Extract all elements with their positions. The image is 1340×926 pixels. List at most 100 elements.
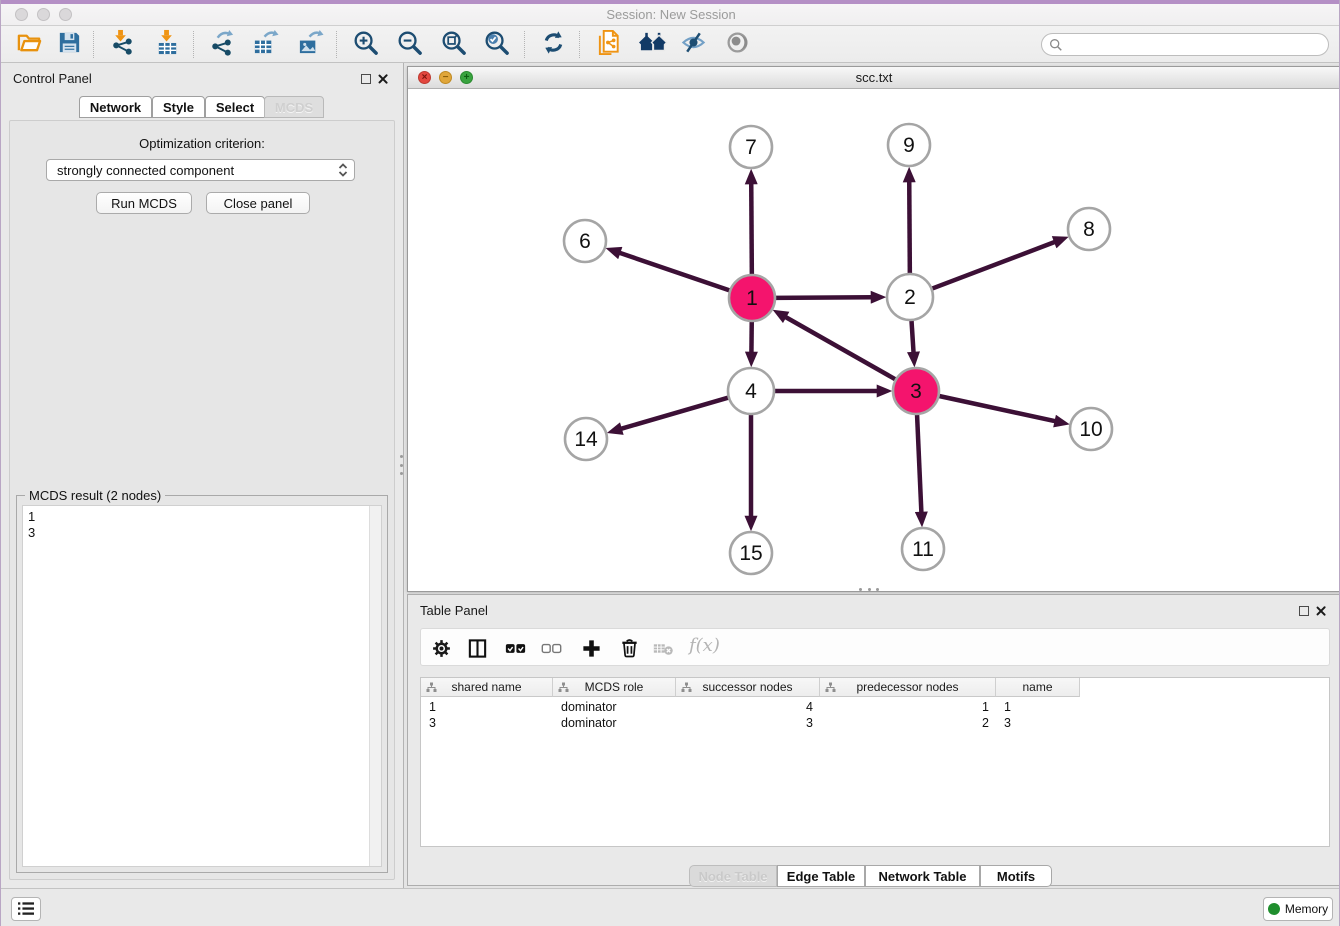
zoom-fit-button[interactable] — [437, 29, 469, 60]
task-history-button[interactable] — [11, 897, 41, 921]
graph-node-8[interactable]: 8 — [1068, 208, 1110, 250]
graph-node-10[interactable]: 10 — [1070, 408, 1112, 450]
table-row[interactable]: 1dominator411 — [421, 699, 1080, 715]
memory-button[interactable]: Memory — [1263, 897, 1333, 921]
result-scrollbar[interactable] — [369, 506, 381, 866]
save-session-button[interactable] — [53, 29, 85, 60]
home-button[interactable] — [633, 29, 671, 60]
search-input[interactable] — [1067, 36, 1328, 54]
graph-edge-2-3[interactable] — [911, 320, 913, 353]
zoom-in-button[interactable] — [349, 29, 381, 60]
delete-row-button[interactable] — [617, 637, 641, 659]
network-graph[interactable]: 7 9 6 8 1 2 4 3 14 10 15 11 — [408, 89, 1340, 591]
new-network-from-selection-button[interactable] — [593, 29, 625, 60]
column-settings-button[interactable] — [429, 637, 453, 659]
float-table-panel-icon[interactable] — [1299, 606, 1309, 616]
show-columns-button[interactable] — [465, 637, 489, 659]
table-cell[interactable]: 3 — [421, 715, 553, 731]
run-mcds-button[interactable]: Run MCDS — [96, 192, 192, 214]
table-cell[interactable]: dominator — [553, 715, 676, 731]
graph-node-11[interactable]: 11 — [902, 528, 944, 570]
import-network-button[interactable] — [105, 29, 137, 60]
export-network-button[interactable] — [205, 29, 237, 60]
close-panel-button[interactable]: Close panel — [206, 192, 310, 214]
tab-node-table[interactable]: Node Table — [689, 865, 777, 887]
table-cell[interactable]: 3 — [996, 715, 1080, 731]
table-cell[interactable]: 1 — [820, 699, 996, 715]
graph-edge-2-8[interactable] — [932, 242, 1056, 289]
export-image-button[interactable] — [294, 29, 326, 60]
show-graphics-details-button[interactable] — [721, 29, 753, 60]
toolbar-separator — [579, 31, 580, 58]
memory-label: Memory — [1285, 902, 1328, 916]
deselect-all-button[interactable] — [539, 637, 563, 659]
plus-icon — [581, 638, 602, 659]
tab-network-table[interactable]: Network Table — [865, 865, 980, 887]
graph-edge-3-11[interactable] — [917, 414, 921, 513]
table-cell[interactable]: 1 — [996, 699, 1080, 715]
criterion-dropdown[interactable]: strongly connected component — [46, 159, 355, 181]
tab-motifs[interactable]: Motifs — [980, 865, 1052, 887]
column-header-name[interactable]: name — [996, 678, 1080, 697]
graph-node-7[interactable]: 7 — [730, 126, 772, 168]
select-all-button[interactable] — [503, 637, 527, 659]
graph-edge-1-6[interactable] — [619, 253, 730, 291]
vertical-splitter-handle[interactable] — [400, 455, 404, 475]
network-window-titlebar: × − + scc.txt — [408, 67, 1340, 89]
zoom-selected-button[interactable] — [480, 29, 512, 60]
svg-text:14: 14 — [574, 428, 598, 451]
table-cell[interactable]: dominator — [553, 699, 676, 715]
float-panel-icon[interactable] — [361, 74, 371, 84]
graph-node-1[interactable]: 1 — [729, 275, 775, 321]
graph-edge-1-7[interactable] — [751, 183, 752, 275]
column-header-MCDS-role[interactable]: MCDS role — [553, 678, 676, 697]
toolbar-separator — [93, 31, 94, 58]
graph-edge-3-1[interactable] — [785, 317, 896, 380]
graph-node-9[interactable]: 9 — [888, 124, 930, 166]
import-table-button[interactable] — [151, 29, 183, 60]
svg-text:6: 6 — [579, 230, 591, 253]
table-cell[interactable]: 1 — [421, 699, 553, 715]
tab-network[interactable]: Network — [79, 96, 152, 118]
network-canvas[interactable]: 7 9 6 8 1 2 4 3 14 10 15 11 — [408, 89, 1340, 591]
close-panel-icon[interactable] — [377, 73, 389, 85]
close-table-panel-icon[interactable] — [1315, 605, 1327, 617]
graph-edge-2-9[interactable] — [909, 181, 910, 274]
node-table: shared nameMCDS rolesuccessor nodesprede… — [420, 677, 1330, 847]
control-panel-title: Control Panel — [13, 71, 92, 86]
tab-edge-table[interactable]: Edge Table — [777, 865, 865, 887]
tab-style[interactable]: Style — [152, 96, 205, 118]
horizontal-splitter-handle[interactable] — [859, 588, 879, 592]
open-session-button[interactable] — [13, 29, 45, 60]
graph-edge-3-10[interactable] — [938, 396, 1055, 421]
tab-select[interactable]: Select — [205, 96, 265, 118]
graph-node-3[interactable]: 3 — [893, 368, 939, 414]
export-table-button[interactable] — [249, 29, 281, 60]
column-header-predecessor-nodes[interactable]: predecessor nodes — [820, 678, 996, 697]
network-window-title: scc.txt — [408, 70, 1340, 85]
function-builder-button[interactable]: f(x) — [689, 635, 720, 656]
column-header-shared-name[interactable]: shared name — [421, 678, 553, 697]
tab-mcds[interactable]: MCDS — [264, 96, 324, 118]
table-row[interactable]: 3dominator323 — [421, 715, 1080, 731]
delete-table-button[interactable] — [651, 637, 675, 659]
control-panel: Control Panel NetworkStyleSelectMCDS Opt… — [1, 63, 404, 888]
refresh-view-button[interactable] — [537, 29, 569, 60]
graph-node-14[interactable]: 14 — [565, 418, 607, 460]
mcds-result-text[interactable]: 13 — [22, 505, 382, 867]
zoom-out-button[interactable] — [393, 29, 425, 60]
graph-edge-1-2[interactable] — [775, 297, 872, 298]
hide-graphics-details-button[interactable] — [677, 29, 709, 60]
table-cell[interactable]: 3 — [676, 715, 820, 731]
control-panel-tabs: NetworkStyleSelectMCDS — [1, 96, 403, 118]
graph-edge-4-14[interactable] — [621, 397, 729, 429]
graph-node-4[interactable]: 4 — [728, 368, 774, 414]
column-header-successor-nodes[interactable]: successor nodes — [676, 678, 820, 697]
graph-node-6[interactable]: 6 — [564, 220, 606, 262]
zoom-out-icon — [396, 29, 423, 61]
graph-node-2[interactable]: 2 — [887, 274, 933, 320]
table-cell[interactable]: 2 — [820, 715, 996, 731]
graph-node-15[interactable]: 15 — [730, 532, 772, 574]
add-row-button[interactable] — [579, 637, 603, 659]
table-cell[interactable]: 4 — [676, 699, 820, 715]
